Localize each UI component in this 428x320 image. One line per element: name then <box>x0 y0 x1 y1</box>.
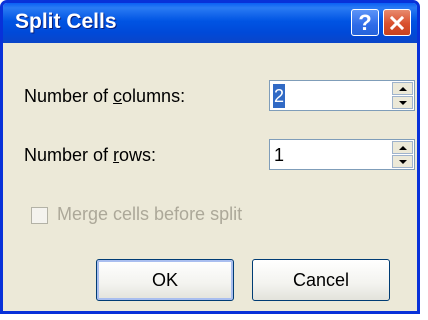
rows-spinner[interactable]: 1 <box>269 139 415 170</box>
merge-cells-checkbox[interactable] <box>31 207 48 224</box>
merge-cells-label: Merge cells before split <box>57 204 243 224</box>
columns-label: Number of columns: <box>24 86 185 107</box>
rows-input[interactable]: 1 <box>273 143 375 167</box>
dialog-title: Split Cells <box>15 10 117 33</box>
rows-label-suffix: ows: <box>119 145 157 165</box>
split-cells-dialog: Split Cells ? Number of columns: 2 Numbe… <box>0 0 420 314</box>
columns-label-accel: c <box>113 86 123 106</box>
columns-input[interactable]: 2 <box>273 84 286 108</box>
rows-spin-buttons <box>392 141 413 168</box>
ok-button[interactable]: OK <box>96 259 234 301</box>
columns-decrement-button[interactable] <box>392 96 413 109</box>
title-bar[interactable]: Split Cells ? <box>3 3 417 43</box>
columns-label-prefix: Number of <box>24 86 114 106</box>
arrow-up-icon <box>398 145 407 150</box>
help-button[interactable]: ? <box>351 9 379 36</box>
cancel-button[interactable]: Cancel <box>252 259 390 301</box>
rows-increment-button[interactable] <box>392 141 413 154</box>
arrow-up-icon <box>398 86 407 91</box>
rows-decrement-button[interactable] <box>392 155 413 168</box>
columns-spin-buttons <box>392 82 413 109</box>
columns-spinner[interactable]: 2 <box>269 80 415 111</box>
arrow-down-icon <box>398 100 407 105</box>
close-button[interactable] <box>383 9 411 36</box>
rows-label: Number of rows: <box>24 145 156 166</box>
columns-increment-button[interactable] <box>392 82 413 95</box>
rows-label-prefix: Number of <box>24 145 114 165</box>
close-icon <box>390 15 404 30</box>
help-icon: ? <box>358 9 372 35</box>
columns-label-suffix: olumns: <box>122 86 186 106</box>
arrow-down-icon <box>398 159 407 164</box>
